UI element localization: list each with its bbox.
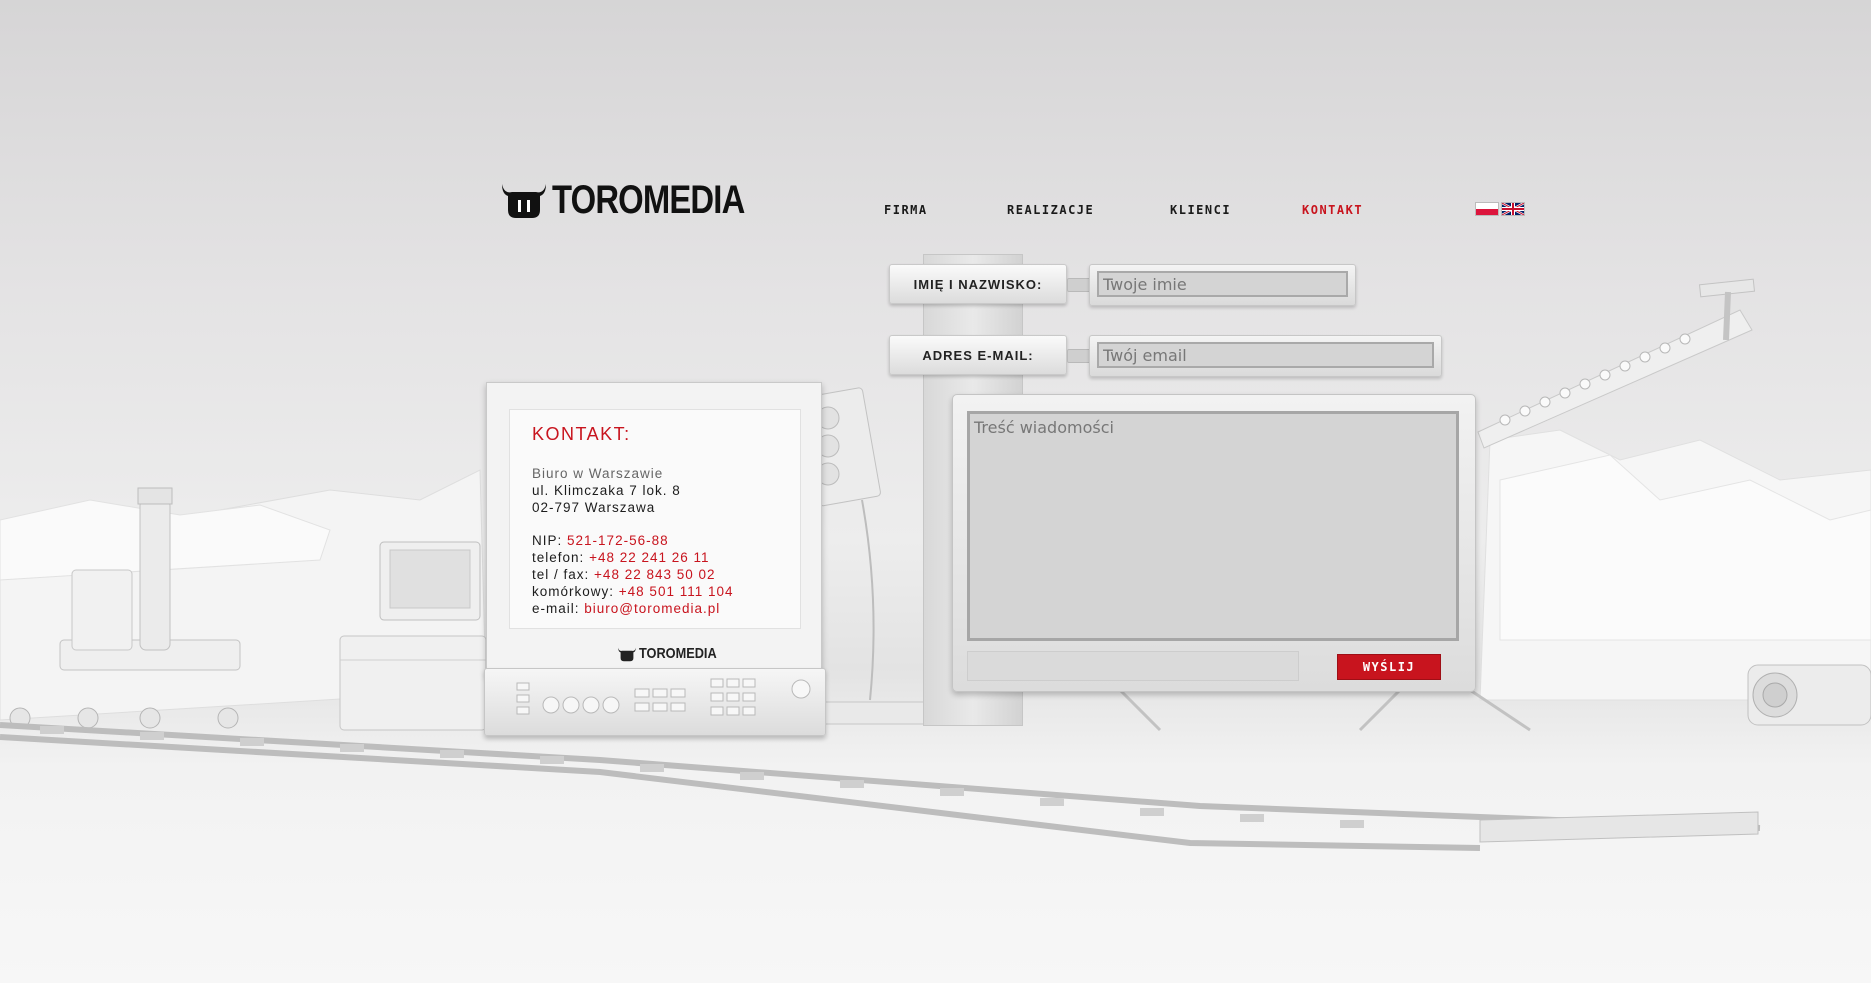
board-brand-name: TOROMEDIA	[639, 645, 717, 662]
email-connector	[1067, 349, 1091, 363]
scene-background: TOROMEDIA FIRMA REALIZACJE KLIENCI KONTA…	[0, 0, 1871, 983]
language-switcher	[1476, 203, 1524, 215]
nip-value: 521-172-56-88	[567, 533, 669, 548]
name-input[interactable]	[1097, 271, 1348, 297]
contact-street: ul. Klimczaka 7 lok. 8	[532, 483, 681, 498]
nip-label: NIP:	[532, 533, 563, 548]
fax-label: tel / fax:	[532, 567, 590, 582]
email-label: ADRES E-MAIL:	[889, 335, 1067, 375]
poland-flag-icon[interactable]	[1476, 203, 1498, 215]
fax-value[interactable]: +48 22 843 50 02	[594, 567, 715, 582]
bull-logo-icon	[502, 184, 546, 218]
nav-item-realizacje[interactable]: REALIZACJE	[1007, 203, 1094, 217]
contact-card: KONTAKT: Biuro w Warszawie ul. Klimczaka…	[509, 409, 801, 629]
status-strip	[967, 651, 1299, 681]
console-buttons-icon	[516, 678, 811, 716]
nav-item-kontakt[interactable]: KONTAKT	[1302, 203, 1363, 217]
mobile-label: komórkowy:	[532, 584, 615, 599]
control-console	[484, 668, 826, 736]
name-connector	[1067, 278, 1091, 292]
message-monitor: WYŚLIJ	[952, 394, 1476, 692]
bull-logo-icon	[618, 647, 636, 661]
board-logo: TOROMEDIA	[617, 645, 730, 662]
nav-item-klienci[interactable]: KLIENCI	[1170, 203, 1231, 217]
contact-email-link[interactable]: biuro@toromedia.pl	[584, 601, 720, 616]
contact-email-row: e-mail: biuro@toromedia.pl	[532, 600, 800, 617]
name-field-frame	[1089, 264, 1356, 306]
contact-mobile-row: komórkowy: +48 501 111 104	[532, 583, 800, 600]
contact-fax-row: tel / fax: +48 22 843 50 02	[532, 566, 800, 583]
email-input[interactable]	[1097, 342, 1434, 368]
phone-label: telefon:	[532, 550, 585, 565]
name-label: IMIĘ I NAZWISKO:	[889, 264, 1067, 304]
contact-office: Biuro w Warszawie	[532, 466, 664, 481]
send-button[interactable]: WYŚLIJ	[1337, 654, 1441, 680]
message-textarea[interactable]	[967, 411, 1459, 641]
mobile-value[interactable]: +48 501 111 104	[619, 584, 734, 599]
brand-name: TOROMEDIA	[552, 178, 745, 222]
nav-item-firma[interactable]: FIRMA	[884, 203, 928, 217]
contact-city: 02-797 Warszawa	[532, 500, 656, 515]
brand-logo[interactable]: TOROMEDIA	[500, 180, 787, 220]
phone-value[interactable]: +48 22 241 26 11	[589, 550, 709, 565]
uk-flag-icon[interactable]	[1502, 203, 1524, 215]
contact-nip-row: NIP: 521-172-56-88	[532, 532, 800, 549]
email-field-frame	[1089, 335, 1442, 377]
contact-phone-row: telefon: +48 22 241 26 11	[532, 549, 800, 566]
contact-board: KONTAKT: Biuro w Warszawie ul. Klimczaka…	[486, 382, 822, 676]
contact-title: KONTAKT:	[532, 424, 631, 444]
contact-email-label: e-mail:	[532, 601, 580, 616]
